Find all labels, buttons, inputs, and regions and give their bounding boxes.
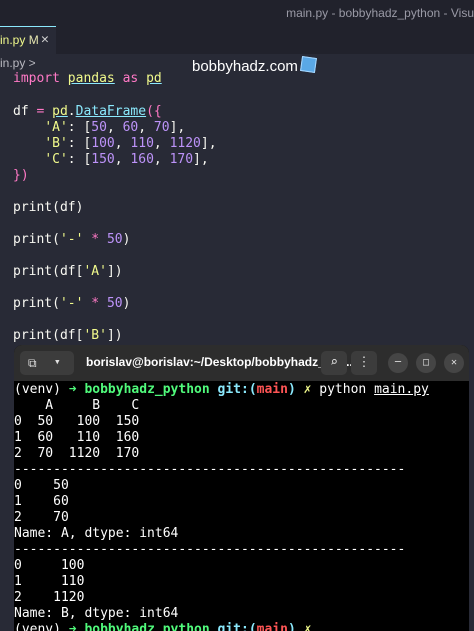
output-line: Name: B, dtype: int64 [14, 606, 179, 621]
terminal-title: borislav@borislav:~/Desktop/bobbyhadz_py… [86, 355, 353, 369]
dirty-icon: ✗ [303, 382, 312, 397]
output-line: 0 50 100 150 [14, 414, 140, 429]
output-line: A B C [14, 398, 140, 413]
output-line: 0 50 [14, 478, 69, 493]
dirty-icon: ✗ [303, 622, 312, 631]
output-line: 1 110 [14, 574, 85, 589]
chevron-down-icon[interactable]: ▾ [54, 355, 61, 368]
prompt-line-2: (venv) ➜ bobbyhadz_python git:(main) ✗ [14, 622, 311, 631]
code-line-4: 'B': [100, 110, 1120], [44, 136, 217, 151]
code-editor[interactable]: import pandas as pd df = pd.DataFrame({ … [0, 70, 474, 350]
new-tab-button[interactable]: ⧉ ▾ [20, 351, 74, 375]
menu-icon: ⋮ [357, 355, 371, 370]
output-line: 1 60 [14, 494, 69, 509]
code-line-5: 'C': [150, 160, 170], [44, 152, 209, 167]
menu-button[interactable]: ⋮ [351, 351, 377, 375]
breadcrumb[interactable]: in.py > [0, 56, 36, 70]
code-line-6: }) [13, 168, 29, 183]
minimize-button[interactable]: ─ [388, 353, 408, 373]
window-title: main.py - bobbyhadz_python - Visu [286, 6, 474, 20]
arrow-icon: ➜ [68, 622, 77, 631]
arrow-icon: ➜ [68, 382, 77, 397]
search-button[interactable]: ⌕ [321, 351, 347, 375]
tab-bar: in.py M ✕ bobbyhadz.com [0, 26, 474, 75]
terminal-output[interactable]: (venv) ➜ bobbyhadz_python git:(main) ✗ p… [14, 381, 469, 631]
tab-main-py[interactable]: in.py M ✕ [0, 26, 56, 54]
title-bar: main.py - bobbyhadz_python - Visu [0, 0, 474, 26]
modified-indicator: M [28, 33, 39, 47]
output-line: 2 70 1120 170 [14, 446, 140, 461]
maximize-button[interactable]: □ [416, 353, 436, 373]
code-line-2: df = pd.DataFrame({ [13, 104, 162, 119]
code-line-8: print('-' * 50) [13, 232, 131, 247]
code-line-7: print(df) [13, 200, 84, 215]
prompt-line-1: (venv) ➜ bobbyhadz_python git:(main) ✗ p… [14, 382, 429, 397]
output-line: 2 1120 [14, 590, 85, 605]
code-line-9: print(df['A']) [13, 264, 123, 279]
terminal-header: ⧉ ▾ borislav@borislav:~/Desktop/bobbyhad… [14, 345, 469, 381]
close-tab-icon[interactable]: ✕ [41, 32, 49, 47]
output-line: 1 60 110 160 [14, 430, 140, 445]
new-tab-icon: ⧉ [28, 356, 37, 370]
terminal-window[interactable]: ⧉ ▾ borislav@borislav:~/Desktop/bobbyhad… [14, 345, 469, 631]
code-line-3: 'A': [50, 60, 70], [44, 120, 186, 135]
code-line-1: import pandas as pd [13, 71, 162, 86]
output-line: ----------------------------------------… [14, 542, 406, 557]
output-line: 0 100 [14, 558, 85, 573]
code-line-10: print('-' * 50) [13, 296, 131, 311]
code-line-11: print(df['B']) [13, 328, 123, 343]
output-line: Name: A, dtype: int64 [14, 526, 179, 541]
tab-label: in.py M [0, 33, 39, 47]
output-line: ----------------------------------------… [14, 462, 406, 477]
search-icon: ⌕ [330, 355, 338, 370]
close-button[interactable]: ✕ [444, 353, 464, 373]
output-line: 2 70 [14, 510, 69, 525]
